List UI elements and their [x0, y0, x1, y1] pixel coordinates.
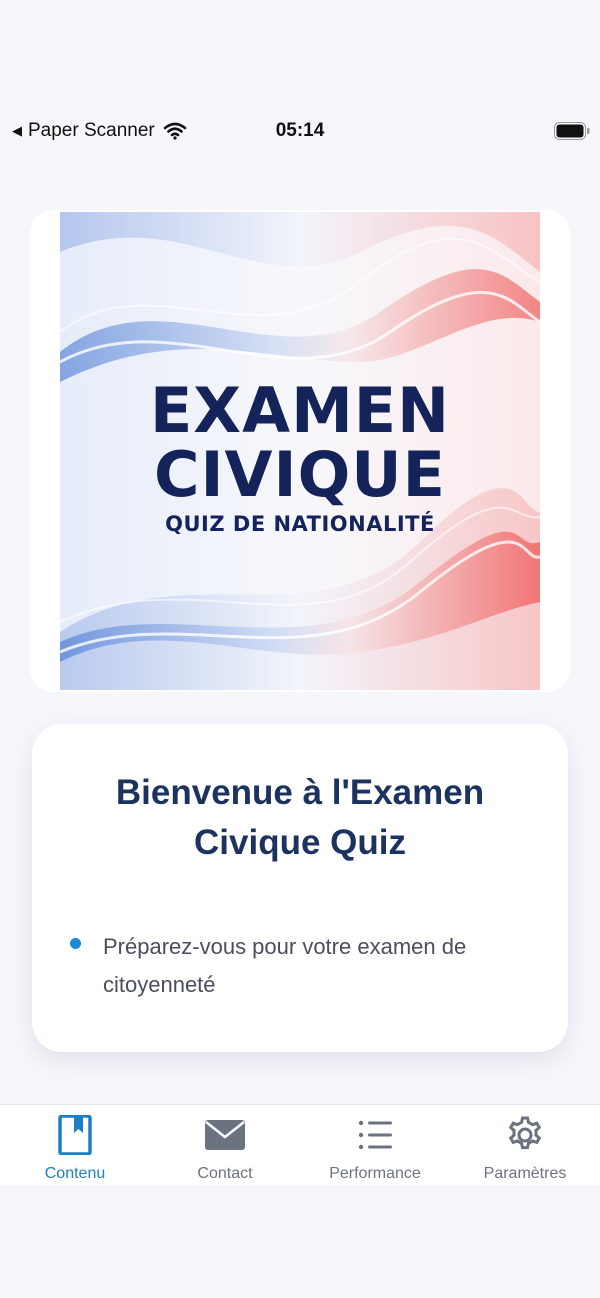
welcome-title: Bienvenue à l'Examen Civique Quiz — [115, 773, 485, 862]
welcome-card: Bienvenue à l'Examen Civique Quiz Prépar… — [32, 724, 568, 1052]
gear-icon — [508, 1116, 542, 1150]
tab-label-parametres: Paramètres — [483, 1165, 567, 1182]
book-icon — [58, 1115, 92, 1155]
tab-label-contenu: Contenu — [44, 1165, 106, 1182]
tab-performance[interactable]: Performance — [300, 1105, 450, 1185]
tab-parametres[interactable]: Paramètres — [450, 1105, 600, 1185]
welcome-bullet: Préparez-vous pour votre examen de citoy… — [103, 934, 467, 997]
mail-icon — [205, 1120, 245, 1150]
clock: 05:14 — [275, 120, 325, 141]
status-bar: ◀ Paper Scanner 05:14 — [0, 114, 600, 150]
app-screen: ◀ Paper Scanner 05:14 EXAMEN CIVIQUE QUI… — [0, 0, 600, 1298]
hero-title-line2: CIVIQUE — [153, 438, 447, 511]
hero-banner-image: EXAMEN CIVIQUE QUIZ DE NATIONALITÉ — [60, 212, 540, 690]
tab-label-performance: Performance — [329, 1165, 421, 1182]
tab-bar: Contenu Contact Performance Paramètres — [0, 1104, 600, 1185]
battery-icon — [554, 122, 590, 140]
hero-title-line1: EXAMEN — [149, 374, 451, 447]
tab-contact[interactable]: Contact — [150, 1105, 300, 1185]
tab-contenu[interactable]: Contenu — [0, 1105, 150, 1185]
hero-card: EXAMEN CIVIQUE QUIZ DE NATIONALITÉ — [30, 210, 570, 692]
bottom-area — [0, 1185, 600, 1298]
hero-subtitle: QUIZ DE NATIONALITÉ — [165, 512, 435, 536]
list-icon — [358, 1120, 392, 1150]
bullet-dot — [70, 938, 81, 949]
tab-label-contact: Contact — [197, 1165, 253, 1182]
